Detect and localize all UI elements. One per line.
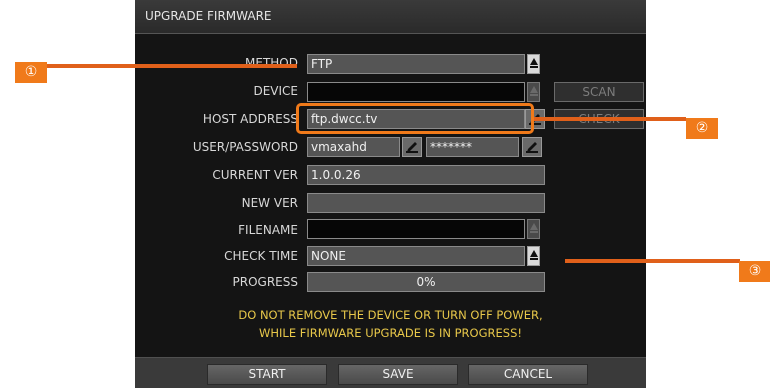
- warning-line-2: WHILE FIRMWARE UPGRADE IS IN PROGRESS!: [259, 326, 522, 340]
- callout-2: ②: [686, 118, 718, 139]
- new-ver-label: NEW VER: [241, 196, 298, 210]
- check-time-label: CHECK TIME: [224, 249, 298, 263]
- device-select[interactable]: [307, 82, 525, 102]
- progress-bar: 0%: [307, 272, 545, 292]
- filename-dropdown-icon: [527, 219, 540, 239]
- button-bar: START SAVE CANCEL: [135, 357, 646, 388]
- upgrade-firmware-dialog: UPGRADE FIRMWARE METHOD FTP DEVICE SCAN …: [135, 0, 646, 388]
- user-edit-icon[interactable]: [402, 137, 422, 157]
- device-label: DEVICE: [253, 84, 298, 98]
- check-time-dropdown-icon[interactable]: [527, 246, 540, 266]
- callout-line-3: [565, 259, 740, 263]
- callout-line-2: [534, 117, 686, 121]
- filename-select[interactable]: [307, 219, 525, 239]
- user-field[interactable]: vmaxahd: [307, 137, 400, 157]
- filename-label: FILENAME: [238, 223, 298, 237]
- callout-3: ③: [739, 261, 770, 282]
- scan-button[interactable]: SCAN: [554, 82, 644, 102]
- new-ver-field: [307, 193, 545, 213]
- method-dropdown-icon[interactable]: [527, 54, 540, 74]
- dialog-title: UPGRADE FIRMWARE: [145, 9, 272, 23]
- callout-line-1: [47, 64, 297, 68]
- method-select[interactable]: FTP: [307, 54, 525, 74]
- check-time-select[interactable]: NONE: [307, 246, 525, 266]
- host-address-label: HOST ADDRESS: [202, 112, 298, 126]
- title-bar: UPGRADE FIRMWARE: [135, 0, 646, 34]
- start-button[interactable]: START: [207, 364, 327, 385]
- password-edit-icon[interactable]: [522, 137, 542, 157]
- password-field[interactable]: *******: [426, 137, 519, 157]
- warning-line-1: DO NOT REMOVE THE DEVICE OR TURN OFF POW…: [238, 308, 543, 322]
- progress-label: PROGRESS: [232, 275, 298, 289]
- host-address-highlight: [296, 103, 534, 134]
- callout-1: ①: [15, 62, 47, 83]
- current-ver-field: 1.0.0.26: [307, 165, 545, 185]
- device-dropdown-icon: [527, 82, 540, 102]
- user-password-label: USER/PASSWORD: [192, 140, 298, 154]
- save-button[interactable]: SAVE: [338, 364, 458, 385]
- current-ver-label: CURRENT VER: [212, 168, 298, 182]
- cancel-button[interactable]: CANCEL: [468, 364, 588, 385]
